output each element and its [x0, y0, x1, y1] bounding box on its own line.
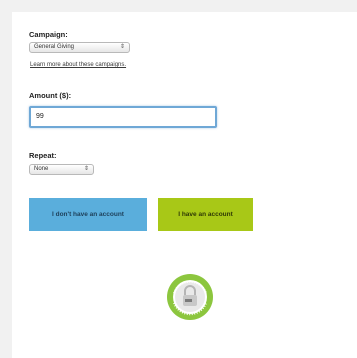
campaign-select[interactable]: General Giving ⇕	[29, 42, 130, 53]
no-account-button[interactable]: I don't have an account	[29, 198, 147, 231]
amount-label: Amount ($):	[29, 91, 72, 100]
repeat-select[interactable]: None ⇕	[29, 164, 94, 175]
amount-input[interactable]: 99	[29, 106, 217, 128]
repeat-select-value: None	[34, 166, 49, 172]
amount-input-value: 99	[36, 113, 44, 120]
certified-secure-seal	[166, 273, 214, 321]
campaign-select-value: General Giving	[34, 44, 75, 50]
have-account-button[interactable]: I have an account	[158, 198, 253, 231]
campaign-label: Campaign:	[29, 30, 68, 39]
learn-more-campaigns-link[interactable]: Learn more about these campaigns.	[30, 62, 126, 68]
select-arrows-icon: ⇕	[119, 44, 125, 50]
select-arrows-icon: ⇕	[83, 166, 89, 172]
repeat-label: Repeat:	[29, 151, 57, 160]
